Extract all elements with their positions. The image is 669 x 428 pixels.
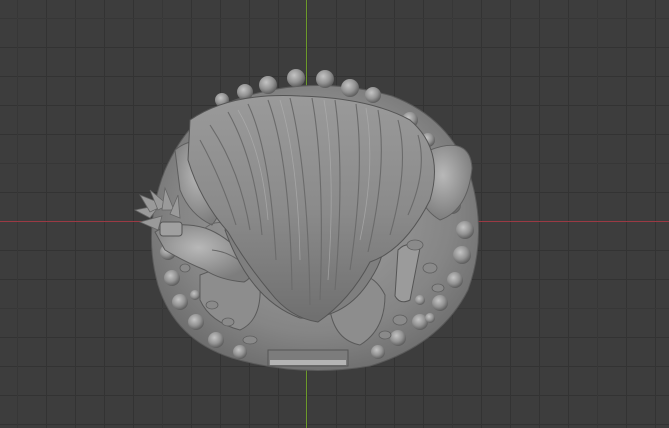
3d-viewport[interactable] (0, 0, 669, 428)
sculpted-figure-mesh[interactable] (0, 0, 669, 428)
